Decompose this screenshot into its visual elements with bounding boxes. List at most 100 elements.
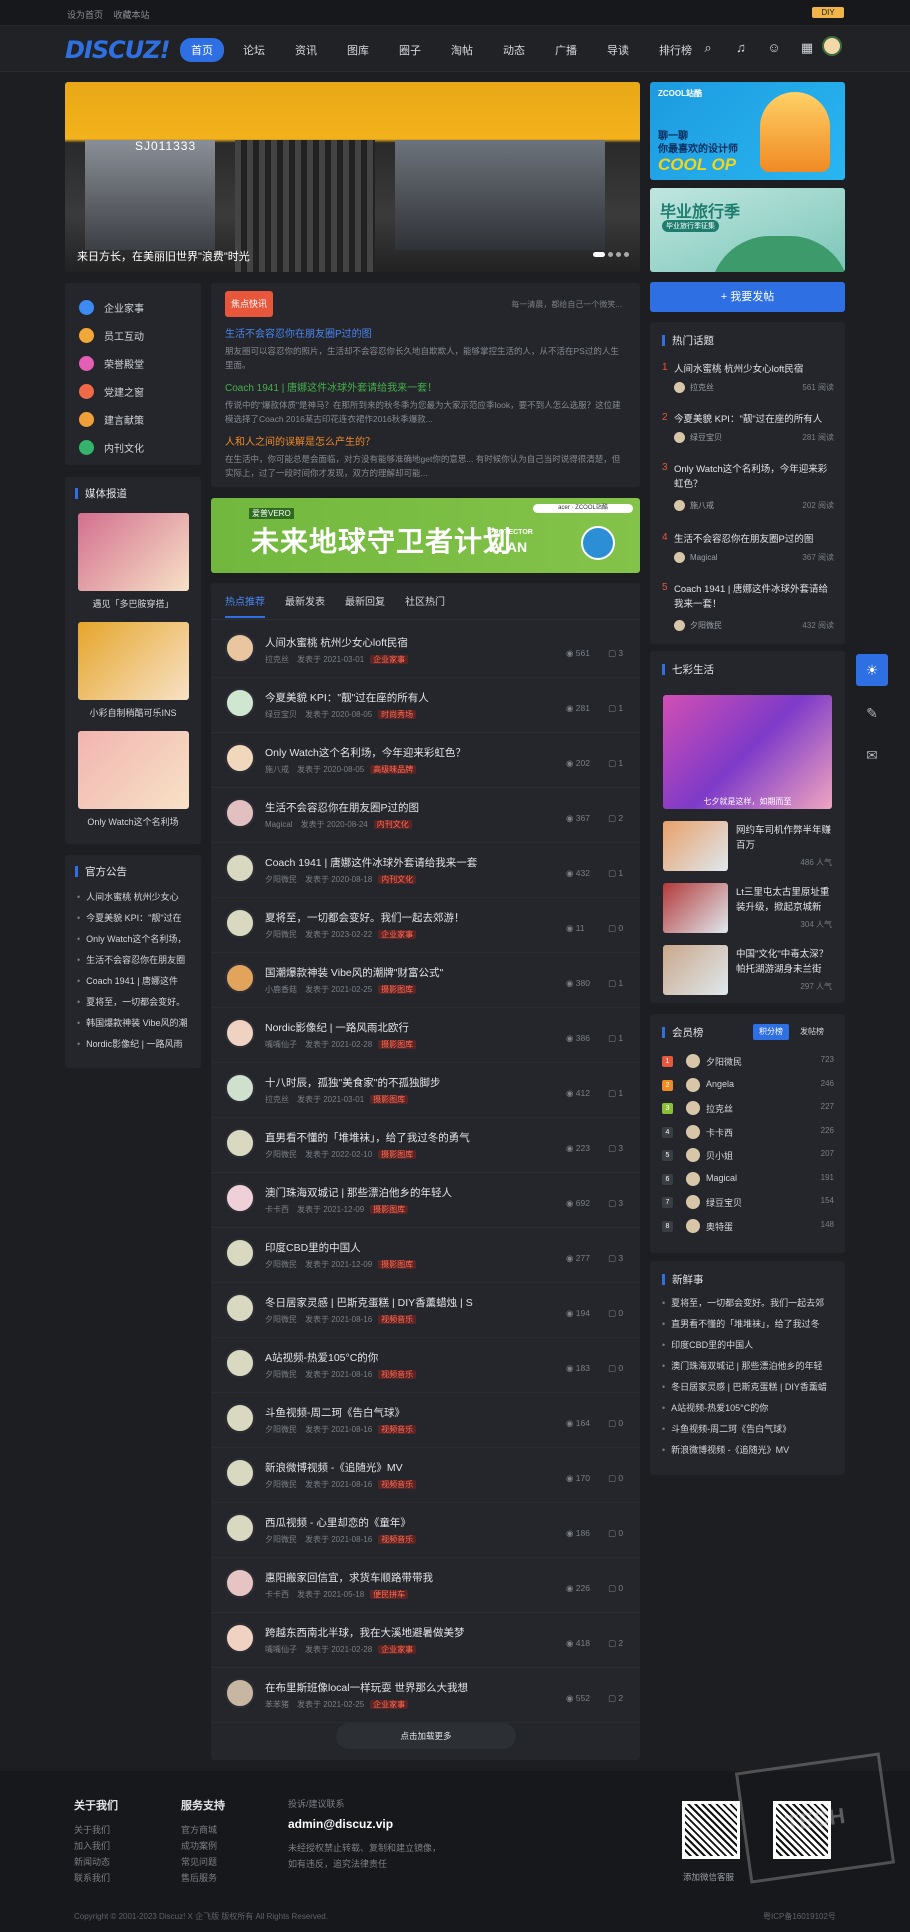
bell-icon[interactable]: ♫ <box>733 40 749 56</box>
nav-ranking[interactable]: 排行榜 <box>648 38 703 62</box>
avatar[interactable] <box>686 1101 700 1115</box>
avatar[interactable] <box>686 1148 700 1162</box>
life-feature-caption[interactable]: 七夕就是这样，如期而至 <box>663 796 832 807</box>
category-item[interactable]: 员工互动 <box>65 321 201 349</box>
post-title[interactable]: A站视频-热爱105°C的你 <box>265 1350 378 1365</box>
table-row[interactable]: 在布里斯班像local一样玩耍 世界那么大我想 苯苯猪 发表于 2021-02-25… <box>211 1668 640 1723</box>
grid-icon[interactable]: ▦ <box>799 40 815 56</box>
member-name[interactable]: 卡卡西 <box>706 1126 733 1139</box>
avatar[interactable] <box>686 1195 700 1209</box>
hot-news-item[interactable]: Coach 1941 | 唐娜这件冰球外套请给我来一套！ 传说中的"爆款体质"是… <box>225 379 625 426</box>
author-name[interactable]: 绿豆宝贝 <box>690 432 722 443</box>
table-row[interactable]: Coach 1941 | 唐娜这件冰球外套请给我来一套 夕阳微民 发表于 2020-… <box>211 843 640 898</box>
life-thumb[interactable] <box>663 821 728 871</box>
table-row[interactable]: 今夏美貌 KPI："靓"过在座的所有人 绿豆宝贝 发表于 2020-08-05 时尚秀… <box>211 678 640 733</box>
media-caption[interactable]: 遇见「多巴胺穿搭」 <box>65 597 201 610</box>
table-row[interactable]: 十八时辰，孤独"美食家"的不孤独脚步 拉克丝 发表于 2021-03-01 摄影图库 ◉… <box>211 1063 640 1118</box>
footer-link[interactable]: 加入我们 <box>74 1839 118 1855</box>
nav-gallery[interactable]: 图库 <box>336 38 380 62</box>
post-category[interactable]: 摄影图库 <box>378 985 417 994</box>
nav-collections[interactable]: 淘帖 <box>440 38 484 62</box>
avatar[interactable] <box>225 688 255 718</box>
avatar[interactable] <box>225 798 255 828</box>
member-name[interactable]: 拉克丝 <box>706 1102 733 1115</box>
post-category[interactable]: 摄影图库 <box>378 1040 417 1049</box>
post-category[interactable]: 摄影图库 <box>370 1095 409 1104</box>
tab-recommended[interactable]: 热点推荐 <box>225 593 265 618</box>
media-image[interactable] <box>77 513 189 591</box>
table-row[interactable]: 印度CBD里的中国人 夕阳微民 发表于 2021-12-09 摄影图库 ◉ 277 ▢ 3 <box>211 1228 640 1283</box>
nav-forum[interactable]: 论坛 <box>232 38 276 62</box>
post-title[interactable]: 西瓜视频 - 心里却恋的《童年》 <box>265 1515 411 1530</box>
hero-slideshow[interactable]: SJ011333 来日方长，在美丽旧世界"浪费"时光 <box>65 82 640 272</box>
rank-row[interactable]: 1 夕阳微民 723 <box>662 1052 834 1072</box>
footer-link[interactable]: 联系我们 <box>74 1871 118 1887</box>
avatar[interactable] <box>686 1171 700 1186</box>
table-row[interactable]: 新浪微博视频 -《追随光》MV 夕阳微民 发表于 2021-08-16 视频音乐 ◉ 1… <box>211 1448 640 1503</box>
avatar[interactable] <box>225 1568 255 1598</box>
newest-item[interactable]: A站视频-热爱105°C的你 <box>650 1398 845 1419</box>
author-name[interactable]: 拉克丝 <box>690 382 714 393</box>
ad-graduation-trip[interactable]: 毕业旅行季 毕业旅行季征集 <box>650 188 845 272</box>
post-title[interactable]: 十八时辰，孤独"美食家"的不孤独脚步 <box>265 1075 440 1090</box>
newest-item[interactable]: 直男看不懂的「堆堆袜」，给了我过冬 <box>650 1314 845 1335</box>
hot-news-title[interactable]: 人和人之间的误解是怎么产生的？ <box>225 433 625 448</box>
slide-dot[interactable] <box>608 252 613 257</box>
newest-item[interactable]: 新浪微博视频 -《追随光》MV <box>650 1440 845 1461</box>
life-thumb[interactable] <box>663 883 728 933</box>
post-title[interactable]: 冬日居家灵感 | 巴斯克蛋糕 | DIY香薰蜡烛 | S <box>265 1295 473 1310</box>
category-item[interactable]: 内刊文化 <box>65 433 201 461</box>
post-author[interactable]: 夕阳微民 <box>265 1315 297 1324</box>
post-author[interactable]: 拉克丝 <box>265 655 289 664</box>
rank-row[interactable]: 2 Angela 246 <box>662 1076 834 1096</box>
post-author[interactable]: 绿豆宝贝 <box>265 710 297 719</box>
avatar[interactable] <box>225 1348 255 1378</box>
ad-zcool[interactable]: ZCOOL站酷 聊一聊 你最喜欢的设计师 COOL OP <box>650 82 845 180</box>
hot-topic-item[interactable]: 3 Only Watch这个名利场，今年迎来彩虹色？ 施八戒 202 阅读 <box>662 462 834 511</box>
life-thumb[interactable] <box>663 945 728 995</box>
tab-community-hot[interactable]: 社区热门 <box>405 593 445 618</box>
avatar[interactable] <box>686 1124 700 1139</box>
member-name[interactable]: 夕阳微民 <box>706 1055 742 1068</box>
hot-topic-title[interactable]: 生活不会容忍你在朋友圈P过的图 <box>674 532 834 547</box>
avatar[interactable] <box>225 633 255 663</box>
rank-row[interactable]: 7 绿豆宝贝 154 <box>662 1193 834 1213</box>
media-caption[interactable]: 小彩自制稍酷可乐INS <box>65 706 201 719</box>
avatar[interactable] <box>822 36 842 56</box>
avatar[interactable] <box>225 908 255 938</box>
author-name[interactable]: Magical <box>690 553 718 562</box>
footer-link[interactable]: 常见问题 <box>181 1855 225 1871</box>
category-item[interactable]: 荣誉殿堂 <box>65 349 201 377</box>
icp-number[interactable]: 粤ICP备16019102号 <box>763 1911 836 1922</box>
notice-item[interactable]: 今夏美貌 KPI："靓"过在 <box>65 908 201 929</box>
post-title[interactable]: 夏将至，一切都会变好。我们一起去郊游！ <box>265 910 465 925</box>
post-category[interactable]: 企业家事 <box>370 1700 409 1709</box>
tab-latest[interactable]: 最新发表 <box>285 593 325 618</box>
post-author[interactable]: 夕阳微民 <box>265 1480 297 1489</box>
author-name[interactable]: 施八戒 <box>690 500 714 511</box>
avatar[interactable] <box>225 1018 255 1048</box>
edit-icon[interactable]: ✎ <box>856 697 888 729</box>
table-row[interactable]: 惠阳搬家回信宜，求货车顺路带带我 卡卡西 发表于 2021-05-18 便民拼车 ◉ 2… <box>211 1558 640 1613</box>
life-title[interactable]: Lt三里屯太古里原址重装升级，掀起京城新 <box>736 885 832 915</box>
avatar[interactable] <box>225 963 255 993</box>
post-category[interactable]: 企业家事 <box>370 655 409 664</box>
hot-topic-title[interactable]: Coach 1941 | 唐娜这件冰球外套请给我来一套！ <box>674 582 834 612</box>
avatar[interactable] <box>225 853 255 883</box>
post-category[interactable]: 视频音乐 <box>378 1535 417 1544</box>
contact-email[interactable]: admin@discuz.vip <box>288 1817 441 1831</box>
table-row[interactable]: 国潮爆款神装 Vibe风的潮牌"财富公式" 小鹿香菇 发表于 2021-02-25 摄… <box>211 953 640 1008</box>
post-title[interactable]: 生活不会容忍你在朋友圈P过的图 <box>265 800 419 815</box>
avatar[interactable] <box>686 1054 700 1068</box>
table-row[interactable]: A站视频-热爱105°C的你 夕阳微民 发表于 2021-08-16 视频音乐 ◉ 18… <box>211 1338 640 1393</box>
post-author[interactable]: 夕阳微民 <box>265 1370 297 1379</box>
avatar[interactable] <box>225 1513 255 1543</box>
hot-topic-item[interactable]: 1 人间水蜜桃 杭州少女心loft民宿 拉克丝 561 阅读 <box>662 362 834 408</box>
avatar[interactable] <box>225 1128 255 1158</box>
tab-points[interactable]: 积分榜 <box>753 1024 789 1040</box>
post-author[interactable]: 嘴嘴仙子 <box>265 1645 297 1654</box>
post-title[interactable]: 在布里斯班像local一样玩耍 世界那么大我想 <box>265 1680 468 1695</box>
notice-item[interactable]: 生活不会容忍你在朋友圈 <box>65 950 201 971</box>
footer-link[interactable]: 售后服务 <box>181 1871 225 1887</box>
table-row[interactable]: 西瓜视频 - 心里却恋的《童年》 夕阳微民 发表于 2021-08-16 视频音乐 ◉ … <box>211 1503 640 1558</box>
